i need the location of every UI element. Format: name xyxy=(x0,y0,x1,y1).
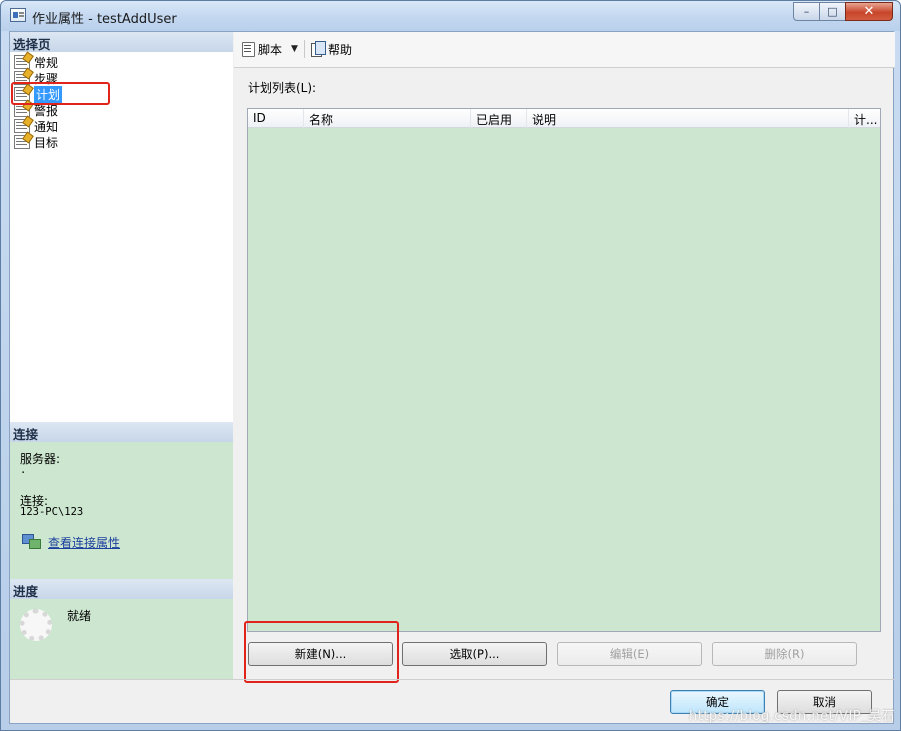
view-connection-properties-link[interactable]: 查看连接属性 xyxy=(48,534,120,551)
column-header-name[interactable]: 名称 xyxy=(304,109,471,128)
dialog-client-area: 选择页 常规 步骤 计划 警报 通知 目标 连接 服务器: . 连接: 123-… xyxy=(9,31,895,724)
page-item-general[interactable]: 常规 xyxy=(14,54,58,70)
script-label: 脚本 xyxy=(258,42,283,57)
script-button[interactable]: 脚本 ▼ xyxy=(240,40,298,58)
highlight-box-new-button xyxy=(244,621,399,683)
connection-header: 连接 xyxy=(10,422,233,442)
connection-value: 123-PC\123 xyxy=(20,506,84,518)
page-list: 常规 步骤 计划 警报 通知 目标 xyxy=(10,52,233,422)
page-item-targets[interactable]: 目标 xyxy=(14,134,58,150)
help-icon xyxy=(310,41,326,57)
page-item-label: 目标 xyxy=(34,135,59,150)
select-page-header: 选择页 xyxy=(10,32,233,52)
server-value: . xyxy=(20,464,27,476)
window-title: 作业属性 - testAddUser xyxy=(32,12,177,27)
script-icon xyxy=(240,41,256,57)
footer-divider xyxy=(10,679,895,680)
progress-panel: 就绪 xyxy=(10,599,233,679)
delete-schedule-button[interactable]: 删除(R) xyxy=(712,642,857,666)
column-header-schedule[interactable]: 计... xyxy=(849,109,880,128)
help-label: 帮助 xyxy=(328,42,353,57)
edit-schedule-button[interactable]: 编辑(E) xyxy=(557,642,702,666)
page-item-label: 通知 xyxy=(34,119,59,134)
progress-status: 就绪 xyxy=(67,609,92,623)
page-icon xyxy=(14,135,30,149)
page-item-label: 常规 xyxy=(34,55,59,70)
page-item-notifications[interactable]: 通知 xyxy=(14,118,58,134)
toolbar: 脚本 ▼ 帮助 xyxy=(234,32,895,68)
close-button[interactable]: ✕ xyxy=(845,2,893,21)
title-bar[interactable]: 作业属性 - testAddUser – □ ✕ xyxy=(1,1,900,31)
pick-schedule-button[interactable]: 选取(P)... xyxy=(402,642,547,666)
toolbar-separator xyxy=(304,40,305,58)
left-navigation-pane: 选择页 常规 步骤 计划 警报 通知 目标 连接 服务器: . 连接: 123-… xyxy=(10,32,233,679)
column-header-id[interactable]: ID xyxy=(248,109,304,128)
minimize-button[interactable]: – xyxy=(793,2,820,21)
schedule-list[interactable]: ID 名称 已启用 说明 计... xyxy=(247,108,881,632)
progress-header: 进度 xyxy=(10,579,233,599)
connection-properties-icon xyxy=(22,534,41,549)
schedule-list-header: ID 名称 已启用 说明 计... xyxy=(248,109,880,128)
dialog-window: 作业属性 - testAddUser – □ ✕ 选择页 常规 步骤 计划 警报… xyxy=(0,0,901,731)
help-button[interactable]: 帮助 xyxy=(310,40,352,58)
column-header-enabled[interactable]: 已启用 xyxy=(471,109,527,128)
schedule-list-label: 计划列表(L): xyxy=(248,81,317,95)
connection-panel: 服务器: . 连接: 123-PC\123 查看连接属性 xyxy=(10,442,233,579)
column-header-description[interactable]: 说明 xyxy=(527,109,849,128)
watermark-text: https://blog.csdn.net/VIP_吴石 xyxy=(689,709,896,724)
progress-spinner-icon xyxy=(20,609,52,641)
maximize-button[interactable]: □ xyxy=(819,2,846,21)
highlight-box-schedules xyxy=(11,82,110,105)
chevron-down-icon[interactable]: ▼ xyxy=(291,44,298,54)
window-app-icon xyxy=(10,8,26,22)
